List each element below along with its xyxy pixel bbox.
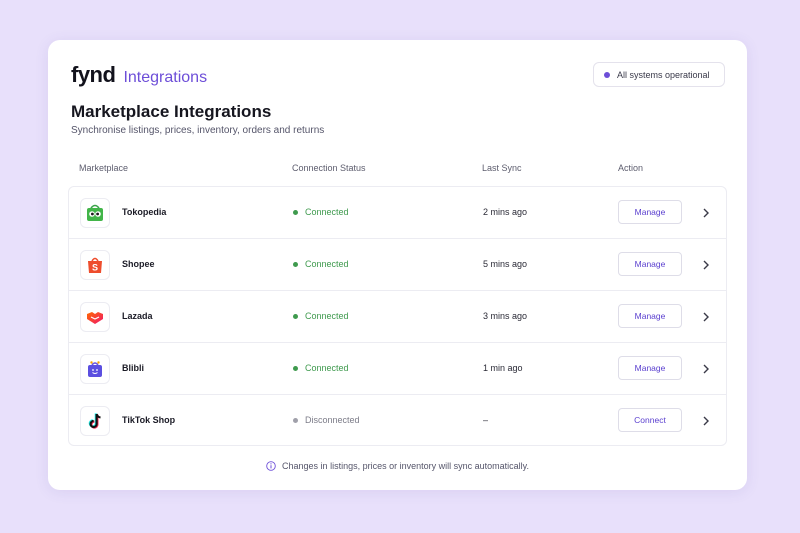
connection-status: Disconnected xyxy=(293,415,360,425)
chevron-right-icon[interactable] xyxy=(701,310,711,324)
brand-header: fynd Integrations xyxy=(71,62,207,88)
chevron-right-icon[interactable] xyxy=(701,206,711,220)
table-row[interactable]: Tokopedia Connected 2 mins ago Manage xyxy=(69,187,726,239)
info-icon xyxy=(266,461,276,471)
column-header-action: Action xyxy=(618,163,644,173)
last-sync: – xyxy=(483,415,489,425)
fynd-logo[interactable]: fynd xyxy=(71,62,116,88)
connection-status: Connected xyxy=(293,363,349,373)
manage-button[interactable]: Manage xyxy=(618,304,682,328)
connection-status-label: Connected xyxy=(305,311,349,321)
footnote-text: Changes in listings, prices or inventory… xyxy=(282,461,529,471)
status-dot-icon xyxy=(293,313,298,319)
marketplace-name: Blibli xyxy=(122,363,144,373)
marketplace-name: Tokopedia xyxy=(122,207,167,217)
lazada-logo-icon xyxy=(80,302,110,332)
manage-button[interactable]: Manage xyxy=(618,252,682,276)
system-status-badge[interactable]: All systems operational xyxy=(593,62,725,87)
last-sync: 1 min ago xyxy=(483,363,523,373)
page-subtitle: Synchronise listings, prices, inventory,… xyxy=(71,125,325,136)
column-header-connection-status: Connection Status xyxy=(292,163,366,173)
last-sync: 3 mins ago xyxy=(483,311,528,321)
table-row[interactable]: Blibli Connected 1 min ago Manage xyxy=(69,343,726,395)
tokopedia-logo-icon xyxy=(80,198,110,228)
status-dot-icon xyxy=(293,261,298,267)
chevron-right-icon[interactable] xyxy=(701,414,711,428)
marketplace-table: Tokopedia Connected 2 mins ago Manage S … xyxy=(68,186,727,446)
tiktok-logo-icon xyxy=(80,406,110,436)
blibli-logo-icon xyxy=(80,354,110,384)
system-status-label: All systems operational xyxy=(617,69,710,80)
connection-status: Connected xyxy=(293,259,349,269)
chevron-right-icon[interactable] xyxy=(701,258,711,272)
integrations-card: fynd Integrations All systems operationa… xyxy=(48,40,747,490)
table-row[interactable]: TikTok Shop Disconnected – Connect xyxy=(69,395,726,447)
connection-status: Connected xyxy=(293,311,349,321)
connection-status: Connected xyxy=(293,207,349,217)
connection-status-label: Connected xyxy=(305,363,349,373)
column-header-last-sync: Last Sync xyxy=(482,163,522,173)
marketplace-name: Lazada xyxy=(122,311,153,321)
last-sync: 2 mins ago xyxy=(483,207,528,217)
connection-status-label: Connected xyxy=(305,259,349,269)
connect-button[interactable]: Connect xyxy=(618,408,682,432)
svg-text:S: S xyxy=(92,263,98,273)
status-dot-icon xyxy=(293,365,298,371)
status-dot-icon xyxy=(604,71,610,78)
shopee-logo-icon: S xyxy=(80,250,110,280)
marketplace-name: TikTok Shop xyxy=(122,415,176,425)
column-header-marketplace: Marketplace xyxy=(79,163,129,173)
sync-footnote: Changes in listings, prices or inventory… xyxy=(48,461,747,471)
status-dot-icon xyxy=(293,209,298,215)
table-row[interactable]: S Shopee Connected 5 mins ago Manage xyxy=(69,239,726,291)
chevron-right-icon[interactable] xyxy=(701,362,711,376)
product-name: Integrations xyxy=(123,69,208,86)
page-title: Marketplace Integrations xyxy=(71,102,272,121)
status-dot-icon xyxy=(293,417,298,423)
connection-status-label: Connected xyxy=(305,207,349,217)
table-row[interactable]: Lazada Connected 3 mins ago Manage xyxy=(69,291,726,343)
marketplace-name: Shopee xyxy=(122,259,155,269)
manage-button[interactable]: Manage xyxy=(618,356,682,380)
connection-status-label: Disconnected xyxy=(305,415,360,425)
last-sync: 5 mins ago xyxy=(483,259,528,269)
manage-button[interactable]: Manage xyxy=(618,200,682,224)
